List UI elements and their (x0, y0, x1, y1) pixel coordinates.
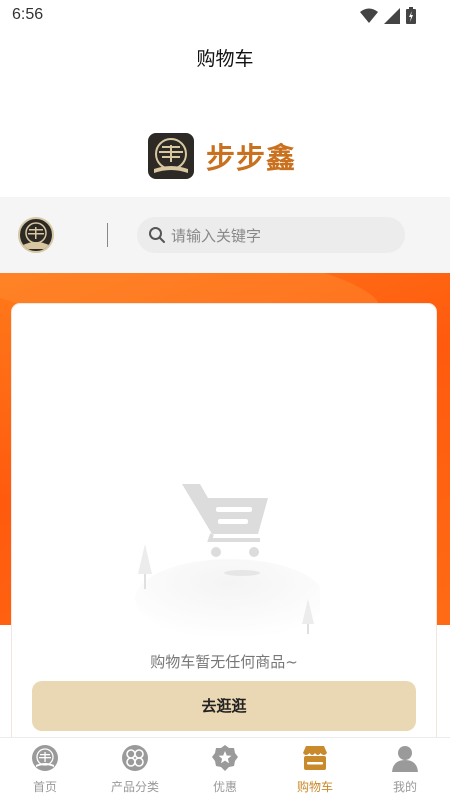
tab-label: 优惠 (212, 780, 237, 794)
brand-logo-icon (148, 133, 194, 179)
empty-cart-illustration (135, 484, 320, 639)
go-shopping-button[interactable]: 去逛逛 (32, 681, 416, 731)
empty-cart-message: 购物车暂无任何商品~ (150, 653, 298, 671)
tab-category[interactable]: 产品分类 (90, 738, 180, 800)
brand-header: 步步鑫 (148, 130, 308, 182)
home-logo-icon (32, 745, 58, 771)
tab-cart[interactable]: 购物车 (270, 738, 360, 800)
category-icon (122, 745, 148, 771)
wifi-icon (360, 8, 378, 23)
store-avatar[interactable] (18, 217, 54, 253)
tab-label: 我的 (392, 780, 417, 794)
divider (107, 223, 108, 247)
battery-icon (406, 7, 416, 24)
bottom-tab-bar: 首页 产品分类 优惠 购物车 我的 (0, 737, 450, 800)
search-icon (149, 227, 165, 243)
discount-icon (212, 745, 238, 771)
page-title: 购物车 (196, 48, 254, 70)
search-input[interactable]: 请输入关键字 (137, 217, 405, 253)
status-icons (360, 7, 416, 24)
tab-label: 首页 (32, 780, 57, 794)
title-bar: 购物车 (0, 32, 450, 82)
tab-profile[interactable]: 我的 (360, 738, 450, 800)
tab-home[interactable]: 首页 (0, 738, 90, 800)
signal-icon (384, 7, 400, 24)
status-bar: 6:56 (0, 0, 450, 32)
tab-label: 产品分类 (110, 780, 159, 794)
search-row: 请输入关键字 (0, 197, 450, 273)
tab-label: 购物车 (296, 780, 333, 794)
cart-card: 购物车暂无任何商品~ 去逛逛 (12, 304, 436, 754)
tab-discount[interactable]: 优惠 (180, 738, 270, 800)
search-placeholder: 请输入关键字 (171, 227, 262, 245)
brand-name: 步步鑫 (206, 141, 297, 175)
profile-icon (392, 746, 418, 772)
shop-cart-icon (303, 746, 327, 770)
status-time: 6:56 (12, 6, 44, 23)
